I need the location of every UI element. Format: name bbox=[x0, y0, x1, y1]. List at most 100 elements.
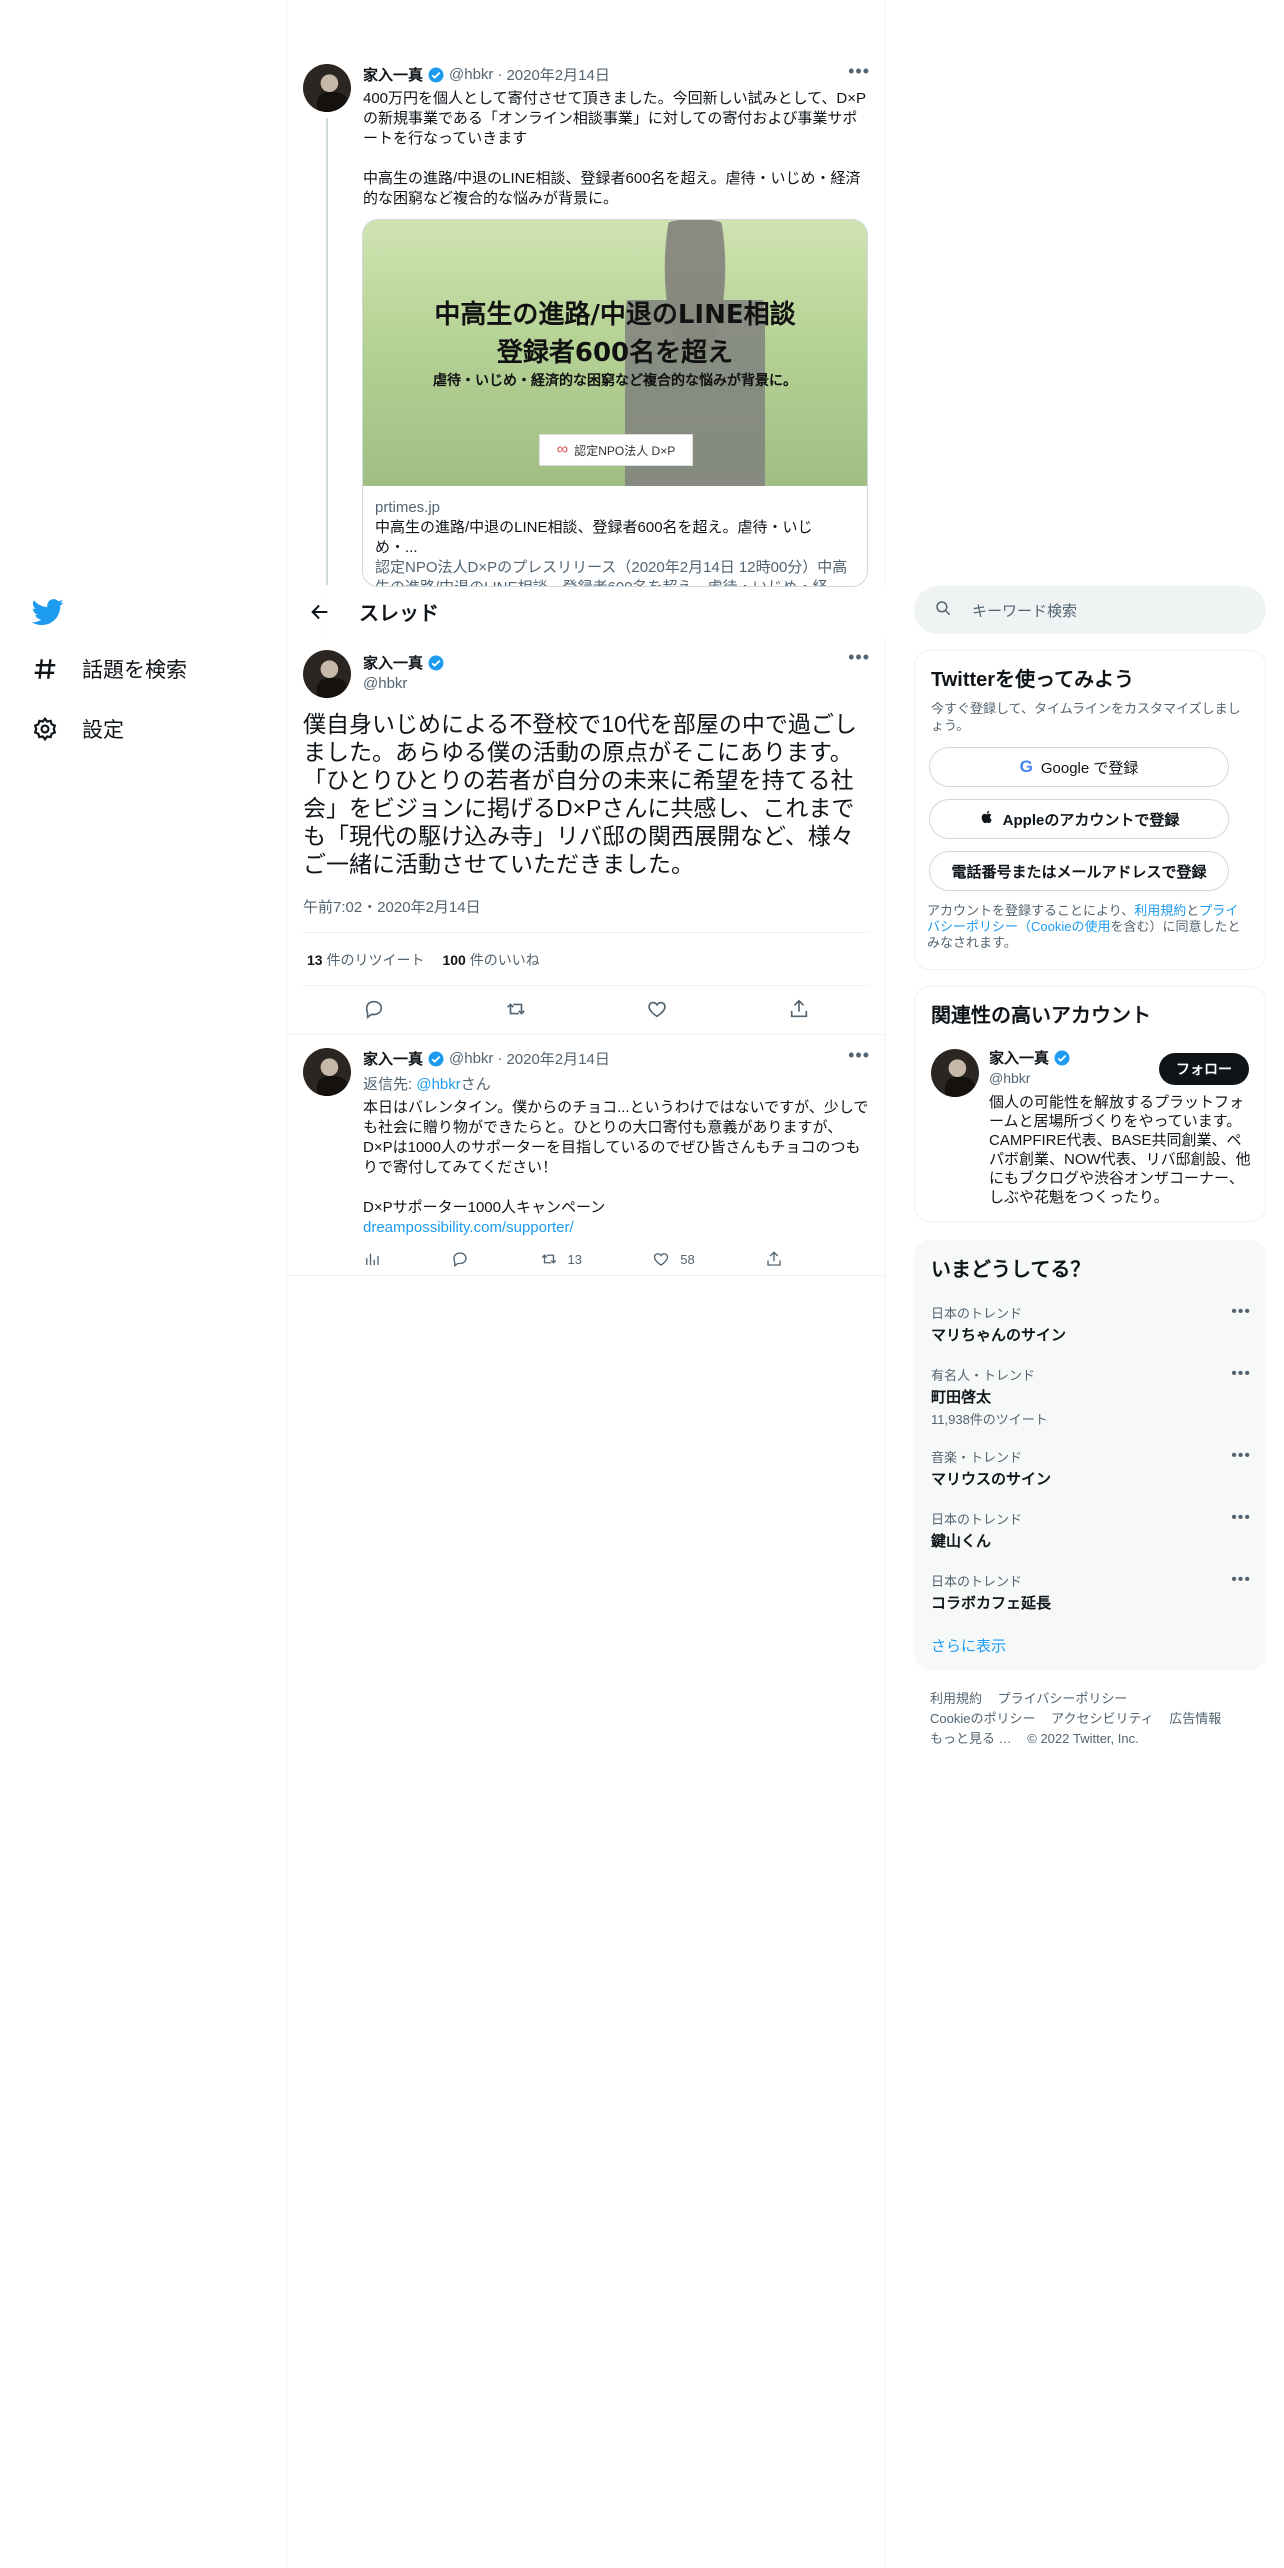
trend-item[interactable]: 音楽・トレンド マリウスのサイン ••• bbox=[931, 1447, 1251, 1489]
apple-signup-button[interactable]: Appleのアカウントで登録 bbox=[929, 799, 1229, 839]
share-icon[interactable] bbox=[788, 998, 810, 1025]
like-button[interactable]: 58 bbox=[652, 1250, 695, 1268]
footer-more-link[interactable]: もっと見る … bbox=[930, 1731, 1012, 1746]
retweet-count[interactable]: 13 件のリツイート bbox=[307, 950, 424, 970]
share-icon[interactable] bbox=[765, 1250, 783, 1268]
footer-link[interactable]: アクセシビリティ bbox=[1051, 1711, 1154, 1726]
more-options-icon[interactable]: ••• bbox=[848, 62, 870, 80]
terms-link[interactable]: 利用規約 bbox=[1134, 903, 1186, 918]
retweet-icon[interactable] bbox=[505, 998, 527, 1025]
page-title: スレッド bbox=[359, 603, 439, 625]
avatar[interactable] bbox=[931, 1049, 979, 1097]
search-input[interactable]: キーワード検索 bbox=[972, 600, 1077, 621]
divider bbox=[287, 1034, 886, 1035]
reply-to-link[interactable]: @hbkr bbox=[416, 1076, 460, 1093]
reply-context: 返信先: @hbkrさん bbox=[363, 1076, 491, 1093]
tweet-link[interactable]: dreampossibility.com/supporter/ bbox=[363, 1218, 870, 1238]
card-headline-3: 虐待・いじめ・経済的な困窮など複合的な悩みが背景に。 bbox=[433, 373, 797, 389]
arrow-left-icon[interactable] bbox=[303, 595, 337, 629]
reply-icon[interactable] bbox=[451, 1250, 469, 1268]
trend-item[interactable]: 日本のトレンド コラボカフェ延長 ••• bbox=[931, 1571, 1251, 1613]
card-domain: prtimes.jp bbox=[375, 499, 441, 516]
like-count[interactable]: 100 件のいいね bbox=[442, 950, 539, 970]
related-accounts-panel: 関連性の高いアカウント 家入一真 @hbkr フォロー 個人の可能性を解放するプ… bbox=[914, 986, 1266, 1222]
verified-badge-icon bbox=[1053, 1049, 1071, 1067]
analytics-icon[interactable] bbox=[363, 1250, 381, 1268]
google-signup-button[interactable]: G Google で登録 bbox=[929, 747, 1229, 787]
tweet-actions: 13 58 bbox=[363, 1250, 783, 1268]
divider bbox=[303, 932, 870, 933]
search-box[interactable]: キーワード検索 bbox=[914, 586, 1266, 634]
more-options-icon[interactable]: ••• bbox=[1231, 1365, 1251, 1383]
account-bio: 個人の可能性を解放するプラットフォームと居場所づくりをやっています。CAMPFI… bbox=[989, 1094, 1251, 1206]
like-icon[interactable] bbox=[646, 998, 668, 1025]
account-handle[interactable]: @hbkr bbox=[989, 1070, 1071, 1086]
footer-link[interactable]: 広告情報 bbox=[1169, 1711, 1221, 1726]
link-card[interactable]: 中高生の進路/中退のLINE相談 登録者600名を超え 虐待・いじめ・経済的な困… bbox=[362, 219, 868, 587]
author-name[interactable]: 家入一真 bbox=[363, 1048, 423, 1069]
reply-icon[interactable] bbox=[363, 998, 385, 1025]
footer-link[interactable]: プライバシーポリシー bbox=[998, 1691, 1128, 1706]
trend-item[interactable]: 日本のトレンド 鍵山くん ••• bbox=[931, 1509, 1251, 1551]
footer-link[interactable]: 利用規約 bbox=[930, 1691, 982, 1706]
avatar[interactable] bbox=[303, 64, 351, 112]
tweet-reply[interactable]: 家入一真 @hbkr · 2020年2月14日 ••• 返信先: @hbkrさん… bbox=[303, 1046, 870, 1268]
show-more-link[interactable]: さらに表示 bbox=[931, 1635, 1006, 1656]
apple-icon bbox=[979, 809, 995, 829]
card-headline-1: 中高生の進路/中退のLINE相談 bbox=[434, 300, 796, 330]
more-options-icon[interactable]: ••• bbox=[1231, 1303, 1251, 1321]
verified-badge-icon bbox=[427, 1050, 445, 1068]
divider bbox=[303, 985, 870, 986]
author-name[interactable]: 家入一真 bbox=[363, 64, 423, 85]
tweet-stats: 13 件のリツイート 100 件のいいね bbox=[307, 950, 540, 970]
more-options-icon[interactable]: ••• bbox=[1231, 1509, 1251, 1527]
avatar[interactable] bbox=[303, 1048, 351, 1096]
tweet-text: 本日はバレンタイン。僕からのチョコ...というわけではないですが、少しでも社会に… bbox=[363, 1099, 869, 1176]
trends-panel: いまどうしてる？ 日本のトレンド マリちゃんのサイン ••• 有名人・トレンド … bbox=[914, 1240, 1266, 1670]
nav-settings[interactable]: 設定 bbox=[30, 714, 124, 744]
copyright: © 2022 Twitter, Inc. bbox=[1027, 1731, 1139, 1746]
nav-explore-label: 話題を検索 bbox=[82, 659, 187, 682]
card-image: 中高生の進路/中退のLINE相談 登録者600名を超え 虐待・いじめ・経済的な困… bbox=[363, 220, 867, 486]
tweet-text: 僕自身いじめによる不登校で10代を部屋の中で過ごしました。あらゆる僕の活動の原点… bbox=[303, 711, 857, 877]
avatar[interactable] bbox=[303, 650, 351, 698]
author-handle[interactable]: @hbkr bbox=[449, 66, 493, 83]
phone-email-signup-button[interactable]: 電話番号またはメールアドレスで登録 bbox=[929, 851, 1229, 891]
gear-icon bbox=[30, 714, 60, 744]
like-icon bbox=[654, 1253, 669, 1266]
tweet-date[interactable]: 2020年2月14日 bbox=[506, 1048, 609, 1069]
more-options-icon[interactable]: ••• bbox=[848, 648, 870, 666]
trend-item[interactable]: 有名人・トレンド 町田啓太 11,938件のツイート ••• bbox=[931, 1365, 1251, 1428]
author-handle[interactable]: @hbkr bbox=[449, 1050, 493, 1067]
retweet-count: 13 bbox=[567, 1251, 582, 1267]
nav-settings-label: 設定 bbox=[82, 719, 124, 742]
trend-item[interactable]: 日本のトレンド マリちゃんのサイン ••• bbox=[931, 1303, 1251, 1345]
signup-legal: アカウントを登録することにより、利用規約とプライバシーポリシー（Cookieの使… bbox=[927, 903, 1241, 950]
retweet-button[interactable]: 13 bbox=[540, 1250, 582, 1268]
follow-button[interactable]: フォロー bbox=[1159, 1053, 1249, 1085]
verified-badge-icon bbox=[427, 66, 445, 84]
more-options-icon[interactable]: ••• bbox=[848, 1046, 870, 1064]
more-options-icon[interactable]: ••• bbox=[1231, 1447, 1251, 1465]
signup-panel: Twitterを使ってみよう 今すぐ登録して、タイムラインをカスタマイズしましょ… bbox=[914, 650, 1266, 970]
verified-badge-icon bbox=[427, 654, 445, 672]
thread-connector-line bbox=[326, 118, 328, 638]
signup-subtitle: 今すぐ登録して、タイムラインをカスタマイズしましょう。 bbox=[931, 701, 1241, 733]
more-options-icon[interactable]: ••• bbox=[1231, 1571, 1251, 1589]
tweet-timestamp[interactable]: 午前7:02・2020年2月14日 bbox=[303, 896, 481, 917]
hashtag-icon bbox=[30, 654, 60, 684]
footer-link[interactable]: Cookieのポリシー bbox=[930, 1711, 1035, 1726]
footer: 利用規約 プライバシーポリシー Cookieのポリシー アクセシビリティ 広告情… bbox=[930, 1689, 1260, 1749]
account-name[interactable]: 家入一真 bbox=[989, 1047, 1049, 1068]
nav-explore[interactable]: 話題を検索 bbox=[30, 654, 187, 684]
tweet-actions bbox=[303, 998, 870, 1025]
author-handle[interactable]: @hbkr bbox=[363, 675, 445, 692]
tweet-text-2: D×Pサポーター1000人キャンペーン bbox=[363, 1199, 606, 1216]
twitter-logo-icon[interactable] bbox=[31, 596, 64, 628]
author-name[interactable]: 家入一真 bbox=[363, 652, 423, 673]
search-icon bbox=[934, 599, 952, 621]
trends-title: いまどうしてる？ bbox=[931, 1259, 1091, 1281]
signup-title: Twitterを使ってみよう bbox=[931, 669, 1135, 691]
tweet-date[interactable]: 2020年2月14日 bbox=[506, 64, 609, 85]
like-count: 58 bbox=[680, 1251, 695, 1267]
